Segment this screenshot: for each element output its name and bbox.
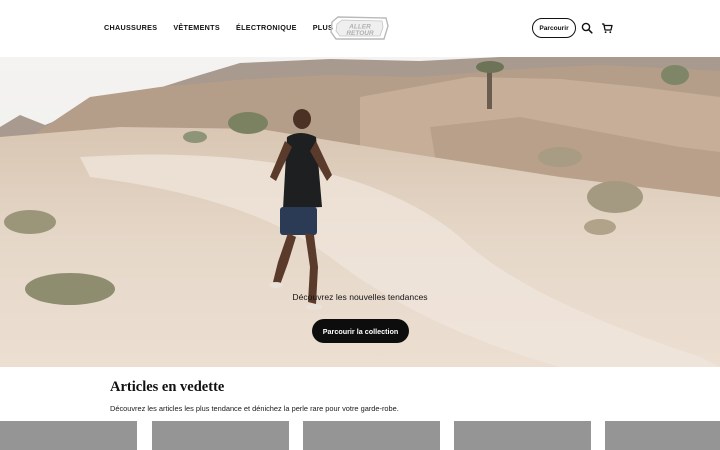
nav-item-electronique[interactable]: ÉLECTRONIQUE xyxy=(236,23,297,32)
featured-cards xyxy=(0,421,720,450)
site-header: CHAUSSURES VÊTEMENTS ÉLECTRONIQUE PLUS A… xyxy=(0,0,720,57)
search-icon[interactable] xyxy=(580,21,594,35)
brand-logo[interactable]: ALLER RETOUR xyxy=(328,14,392,42)
main-nav: CHAUSSURES VÊTEMENTS ÉLECTRONIQUE PLUS xyxy=(104,23,333,32)
featured-description: Découvrez les articles les plus tendance… xyxy=(110,404,399,413)
logo-text-retour: RETOUR xyxy=(346,30,374,37)
product-card[interactable] xyxy=(605,421,720,450)
nav-item-vetements[interactable]: VÊTEMENTS xyxy=(173,23,220,32)
hero-subtitle: Découvrez les nouvelles tendances xyxy=(292,292,428,302)
nav-item-chaussures[interactable]: CHAUSSURES xyxy=(104,23,157,32)
browse-collection-button[interactable]: Parcourir la collection xyxy=(312,319,409,343)
product-card[interactable] xyxy=(0,421,137,450)
featured-title: Articles en vedette xyxy=(110,379,225,395)
browse-button[interactable]: Parcourir xyxy=(532,18,576,38)
product-card[interactable] xyxy=(303,421,440,450)
product-card[interactable] xyxy=(152,421,289,450)
cart-icon[interactable] xyxy=(600,21,614,35)
hero-banner: Découvrez les nouvelles tendances Parcou… xyxy=(0,57,720,367)
product-card[interactable] xyxy=(454,421,591,450)
